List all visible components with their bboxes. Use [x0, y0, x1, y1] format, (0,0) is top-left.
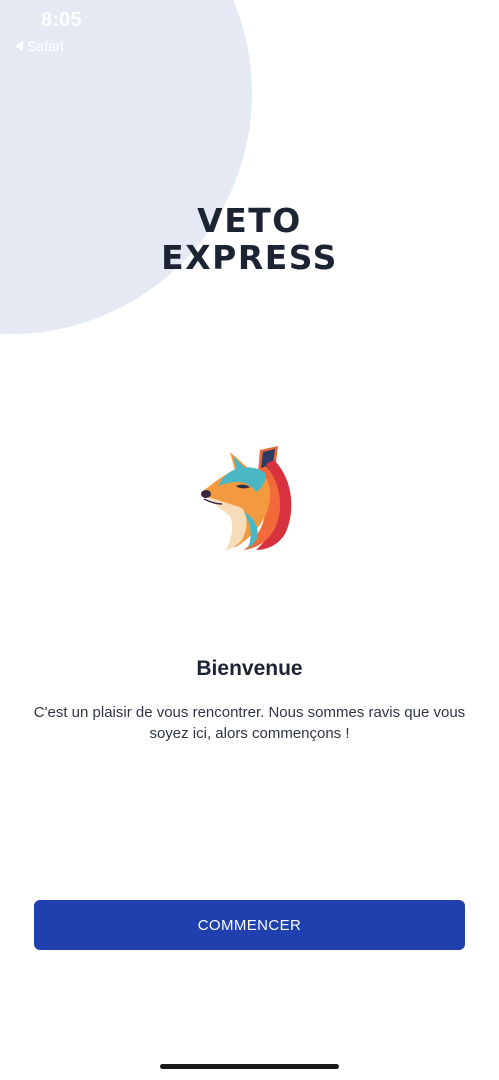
- welcome-message: C'est un plaisir de vous rencontrer. Nou…: [33, 704, 466, 742]
- back-label: Safari: [27, 38, 64, 54]
- back-to-safari-link[interactable]: Safari: [15, 38, 64, 54]
- brand-line-1: VETO: [197, 201, 302, 240]
- welcome-screen: 8:05 Safari VETO EXPRESS Bienvenue C'est…: [0, 0, 499, 1080]
- back-arrow-icon: [15, 41, 23, 51]
- welcome-title: Bienvenue: [196, 657, 303, 680]
- start-button[interactable]: COMMENCER: [34, 900, 465, 950]
- status-time: 8:05: [41, 9, 82, 31]
- home-indicator[interactable]: [160, 1064, 339, 1069]
- app-logo-text: VETO EXPRESS: [0, 202, 499, 276]
- brand-line-2: EXPRESS: [161, 238, 338, 277]
- fox-logo-icon: [201, 446, 292, 550]
